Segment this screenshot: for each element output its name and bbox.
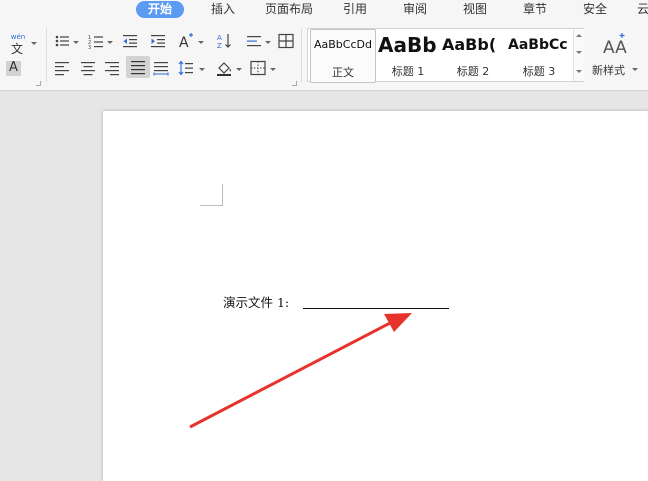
svg-text:AA: AA: [603, 38, 627, 56]
font-group-launcher-icon[interactable]: [36, 81, 41, 86]
align-right-icon[interactable]: [104, 60, 120, 76]
phonetic-dropdown-icon[interactable]: [31, 42, 37, 45]
tab-home[interactable]: 开始: [136, 1, 185, 18]
align-left-icon[interactable]: [54, 60, 70, 76]
svg-text:A: A: [217, 34, 222, 42]
tab-view[interactable]: 视图: [463, 1, 487, 18]
style-preview: AaBbCcDd: [314, 38, 372, 51]
line-spacing-icon[interactable]: [178, 60, 194, 76]
borders-dropdown-icon[interactable]: [270, 68, 276, 71]
paragraph-spacing-dropdown-icon[interactable]: [265, 41, 271, 44]
scroll-down-icon[interactable]: [576, 51, 582, 54]
new-style-button[interactable]: AA 新样式: [592, 32, 638, 82]
new-style-dropdown-icon[interactable]: [632, 68, 638, 71]
group-separator: [46, 28, 47, 82]
ribbon-tab-bar: 开始 插入 页面布局 引用 审阅 视图 章节 安全 云: [0, 0, 648, 20]
numbered-list-icon[interactable]: 1 2 3: [88, 33, 104, 49]
line-spacing-dropdown-icon[interactable]: [199, 68, 205, 71]
phonetic-char-label: 文: [11, 42, 24, 56]
align-center-icon[interactable]: [80, 60, 96, 76]
increase-indent-icon[interactable]: [150, 33, 166, 49]
style-preview: AaBb: [378, 33, 437, 57]
margin-corner-mark: [222, 184, 223, 206]
distributed-align-icon[interactable]: [153, 60, 169, 76]
justify-icon: [131, 61, 145, 75]
gallery-expand-icon[interactable]: [576, 70, 582, 73]
document-page[interactable]: 演示文件 1:: [103, 111, 648, 481]
change-case-dropdown-icon[interactable]: [198, 41, 204, 44]
tab-review[interactable]: 审阅: [403, 1, 427, 18]
style-name: 标题 3: [522, 65, 556, 78]
style-preview: AaBb(: [442, 35, 497, 54]
tab-chapter[interactable]: 章节: [523, 1, 547, 18]
bullet-list-icon[interactable]: [54, 33, 70, 49]
phonetic-guide-button[interactable]: wén 文: [9, 33, 31, 56]
shading-bucket-icon[interactable]: [216, 60, 232, 76]
style-normal[interactable]: AaBbCcDd 正文: [310, 29, 376, 83]
svg-text:A: A: [179, 35, 189, 50]
style-heading-3[interactable]: AaBbCc 标题 3: [507, 29, 571, 81]
style-gallery-scrollbar[interactable]: [573, 29, 584, 81]
change-case-icon[interactable]: A: [178, 32, 196, 50]
style-heading-2[interactable]: AaBb( 标题 2: [441, 29, 505, 81]
tab-security[interactable]: 安全: [583, 1, 607, 18]
svg-text:Z: Z: [217, 42, 222, 50]
style-name: 标题 2: [456, 65, 490, 78]
justify-button[interactable]: [126, 56, 150, 78]
style-name: 正文: [332, 66, 354, 79]
document-line-label: 演示文件 1:: [223, 295, 290, 310]
paragraph-group-launcher-icon[interactable]: [292, 81, 297, 86]
scroll-up-icon[interactable]: [576, 34, 582, 37]
new-style-label: 新样式: [592, 64, 625, 77]
tab-insert[interactable]: 插入: [211, 1, 235, 18]
group-separator: [301, 28, 302, 82]
borders-icon[interactable]: [250, 60, 266, 76]
tab-references[interactable]: 引用: [343, 1, 367, 18]
bullet-dropdown-icon[interactable]: [73, 41, 79, 44]
style-heading-1[interactable]: AaBb 标题 1: [376, 29, 440, 81]
decrease-indent-icon[interactable]: [122, 33, 138, 49]
style-gallery: AaBbCcDd 正文 AaBb 标题 1 AaBb( 标题 2 AaBbCc …: [307, 28, 584, 83]
ribbon-toolbar: wén 文 A 1 2 3 A A Z AaBbCcDd 正文 AaBb 标题 …: [0, 20, 648, 91]
margin-corner-mark: [200, 205, 222, 206]
style-preview: AaBbCc: [508, 37, 568, 53]
paragraph-spacing-icon[interactable]: [246, 33, 262, 49]
character-shading-glyph: A: [9, 60, 18, 75]
sort-icon[interactable]: A Z: [216, 32, 234, 50]
table-icon[interactable]: [278, 33, 294, 49]
new-style-icon: AA: [603, 33, 627, 56]
shading-dropdown-icon[interactable]: [236, 68, 242, 71]
document-workspace: 演示文件 1:: [0, 91, 648, 481]
tab-page-layout[interactable]: 页面布局: [265, 1, 313, 18]
tab-cloud[interactable]: 云: [637, 1, 648, 18]
style-name: 标题 1: [391, 65, 425, 78]
svg-text:3: 3: [88, 45, 91, 49]
numbering-dropdown-icon[interactable]: [107, 41, 113, 44]
underline-blank-field[interactable]: [303, 308, 449, 309]
character-shading-button[interactable]: A: [6, 60, 21, 76]
